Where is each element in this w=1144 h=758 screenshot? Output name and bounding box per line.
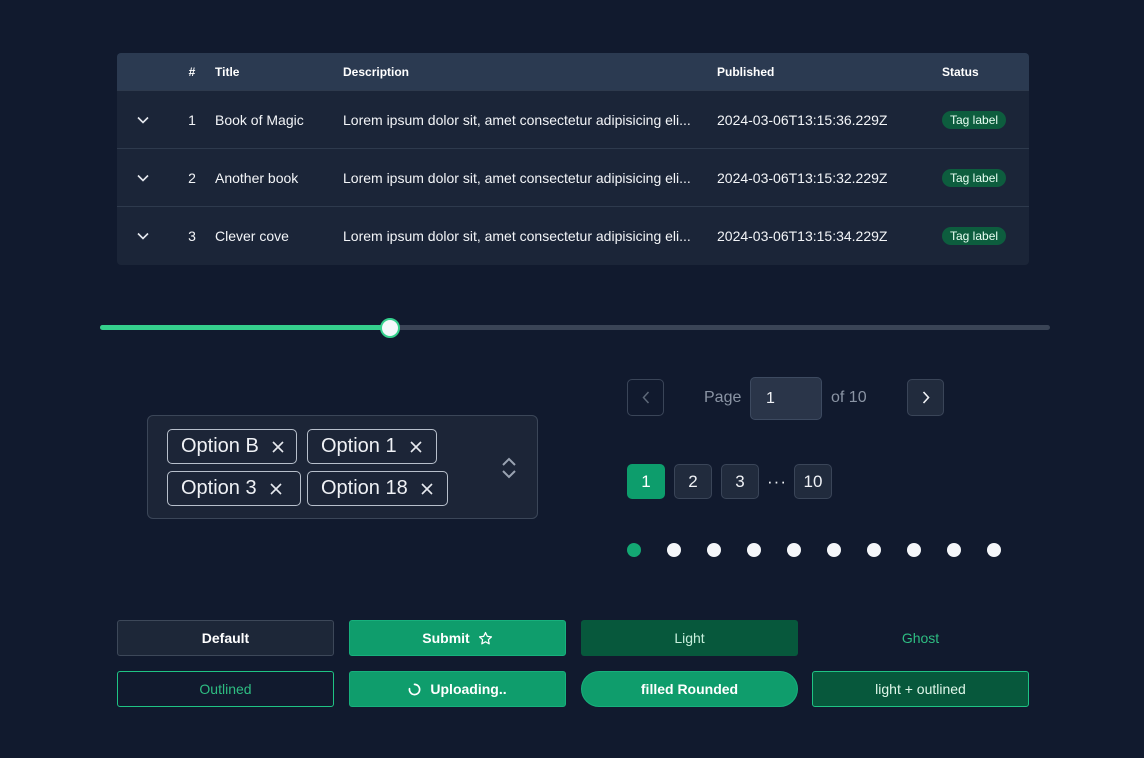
selected-chip: Option 18 [307,471,448,506]
close-icon[interactable] [269,482,283,496]
slider-fill [100,325,390,330]
button-label: filled Rounded [640,681,739,697]
row-num: 2 [188,169,196,186]
page-dot[interactable] [947,543,961,557]
page-dot[interactable] [787,543,801,557]
slider-thumb[interactable] [379,318,400,338]
page-dot[interactable] [667,543,681,557]
header-status[interactable]: Status [942,65,1029,79]
page-dot[interactable] [867,543,881,557]
page-dot[interactable] [987,543,1001,557]
row-description: Lorem ipsum dolor sit, amet consectetur … [343,111,691,128]
row-published: 2024-03-06T13:15:34.229Z [717,227,888,244]
chevron-down-icon [137,174,149,182]
page-dot[interactable] [747,543,761,557]
status-badge: Tag label [942,168,1007,187]
row-published: 2024-03-06T13:15:32.229Z [717,169,888,186]
row-description: Lorem ipsum dolor sit, amet consectetur … [343,227,691,244]
row-num: 1 [188,111,196,128]
page-button-3[interactable]: 3 [721,464,759,499]
light-button[interactable]: Light [581,620,798,656]
row-title: Clever cove [215,227,289,244]
header-num: # [188,64,196,79]
status-badge: Tag label [942,226,1007,245]
multi-select[interactable]: Option B Option 1 Option 3 Option 18 [147,415,538,519]
status-badge: Tag label [942,110,1007,129]
table-row[interactable]: 2 Another book Lorem ipsum dolor sit, am… [117,148,1029,206]
chip-label: Option 18 [321,477,408,499]
next-page-button[interactable] [907,379,944,416]
page-total-label: of 10 [831,389,867,406]
selected-chip: Option B [167,429,297,464]
table-row[interactable]: 3 Clever cove Lorem ipsum dolor sit, ame… [117,206,1029,264]
prev-page-button[interactable] [627,379,664,416]
books-table: # Title Description Published Status 1 B… [117,53,1029,265]
expand-row-button[interactable] [117,174,169,182]
chevron-left-icon [641,391,649,404]
selected-chip: Option 3 [167,471,301,506]
row-num: 3 [188,227,196,244]
spinner-icon [409,683,421,695]
chevron-right-icon [922,391,930,404]
default-button[interactable]: Default [117,620,334,656]
table-row[interactable]: 1 Book of Magic Lorem ipsum dolor sit, a… [117,90,1029,148]
uploading-button[interactable]: Uploading.. [349,671,566,707]
chevron-down-icon [137,232,149,240]
header-description[interactable]: Description [343,65,717,79]
header-title[interactable]: Title [215,65,343,79]
table-header: # Title Description Published Status [117,53,1029,90]
pagination-ellipsis: ··· [767,472,787,491]
chip-label: Option 1 [321,435,397,457]
row-description: Lorem ipsum dolor sit, amet consectetur … [343,169,691,186]
range-slider[interactable] [100,318,1050,338]
row-title: Another book [215,169,299,186]
button-label: Outlined [199,681,252,697]
ghost-button[interactable]: Ghost [812,620,1029,656]
page-dot[interactable] [907,543,921,557]
row-title: Book of Magic [215,111,304,128]
expand-row-button[interactable] [117,116,169,124]
page-dot[interactable] [827,543,841,557]
page-label: Page [704,389,742,406]
page-number-input[interactable] [750,377,822,420]
close-icon[interactable] [271,440,285,454]
page-button-1[interactable]: 1 [627,464,665,499]
filled-rounded-button[interactable]: filled Rounded [581,671,798,707]
chevron-down-icon [137,116,149,124]
submit-button[interactable]: Submit [349,620,566,656]
close-icon[interactable] [420,482,434,496]
button-label: Submit [422,630,470,646]
button-label: Default [201,630,250,646]
outlined-button[interactable]: Outlined [117,671,334,707]
star-icon [478,631,492,644]
chip-label: Option 3 [181,477,257,499]
row-published: 2024-03-06T13:15:36.229Z [717,111,888,128]
selected-chip: Option 1 [307,429,437,464]
chip-label: Option B [181,435,259,457]
chevron-up-down-icon[interactable] [501,456,517,480]
close-icon[interactable] [409,440,423,454]
button-label: Light [674,630,705,646]
page-dot[interactable] [707,543,721,557]
page-dot[interactable] [627,543,641,557]
page-button-2[interactable]: 2 [674,464,712,499]
expand-row-button[interactable] [117,232,169,240]
light-outlined-button[interactable]: light + outlined [812,671,1029,707]
button-label: Ghost [901,630,940,646]
button-label: Uploading.. [430,681,507,697]
page-button-10[interactable]: 10 [794,464,832,499]
header-published[interactable]: Published [717,65,942,79]
button-label: light + outlined [875,681,966,697]
